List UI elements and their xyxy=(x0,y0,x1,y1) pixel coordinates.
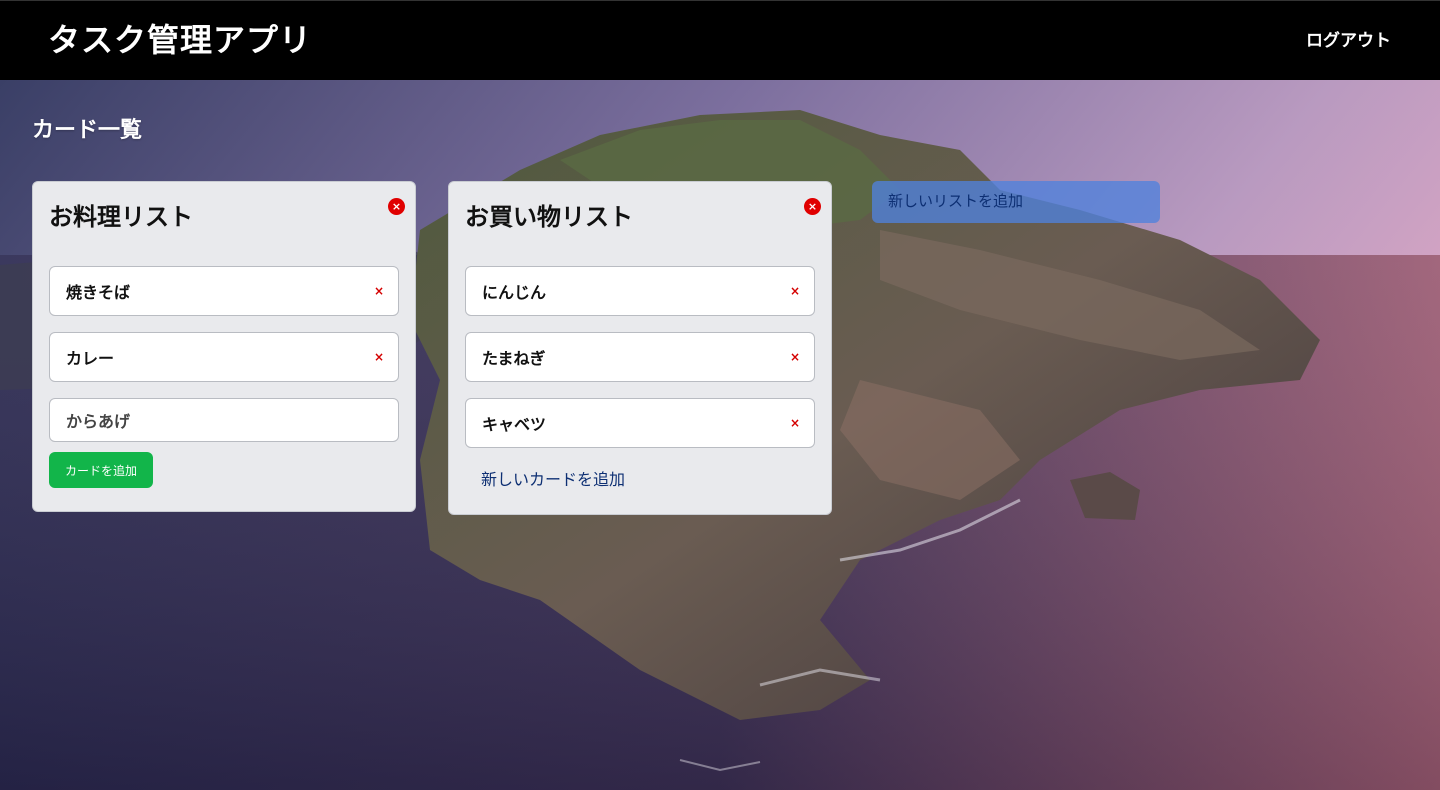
delete-card-icon[interactable]: × xyxy=(374,284,384,298)
delete-card-icon[interactable]: × xyxy=(790,350,800,364)
add-list-button[interactable]: 新しいリストを追加 xyxy=(872,181,1160,223)
new-card-input[interactable] xyxy=(49,398,399,442)
card-text: キャベツ xyxy=(482,415,547,434)
page: タスク管理アプリ ログアウト カード一覧 お料理リスト × 焼きそば × カレー… xyxy=(0,0,1440,790)
card-item[interactable]: キャベツ × xyxy=(465,398,815,448)
card-list: にんじん × たまねぎ × キャベツ × xyxy=(465,266,815,448)
card-item[interactable]: たまねぎ × xyxy=(465,332,815,382)
logout-button[interactable]: ログアウト xyxy=(1306,29,1391,53)
card-text: にんじん xyxy=(482,283,547,302)
list-title: お買い物リスト xyxy=(465,203,633,231)
delete-list-icon[interactable]: × xyxy=(388,198,405,215)
card-item[interactable]: にんじん × xyxy=(465,266,815,316)
card-text: 焼きそば xyxy=(66,283,131,302)
add-card-link[interactable]: 新しいカードを追加 xyxy=(465,466,815,490)
app-title: タスク管理アプリ xyxy=(48,21,313,59)
card-item[interactable]: 焼きそば × xyxy=(49,266,399,316)
page-title: カード一覧 xyxy=(32,118,143,143)
card-item[interactable]: カレー × xyxy=(49,332,399,382)
delete-list-icon[interactable]: × xyxy=(804,198,821,215)
card-text: たまねぎ xyxy=(482,349,546,368)
delete-card-icon[interactable]: × xyxy=(790,416,800,430)
list-cooking: お料理リスト × 焼きそば × カレー × カードを追加 xyxy=(32,181,416,512)
add-card-button[interactable]: カードを追加 xyxy=(49,452,154,488)
delete-card-icon[interactable]: × xyxy=(374,350,384,364)
list-shopping: お買い物リスト × にんじん × たまねぎ × キャベツ × 新しいカードを追加 xyxy=(448,181,832,515)
delete-card-icon[interactable]: × xyxy=(790,284,800,298)
list-title: お料理リスト xyxy=(49,203,193,231)
app-header: タスク管理アプリ ログアウト xyxy=(0,0,1440,80)
card-text: カレー xyxy=(66,349,115,368)
card-list: 焼きそば × カレー × xyxy=(49,266,399,382)
